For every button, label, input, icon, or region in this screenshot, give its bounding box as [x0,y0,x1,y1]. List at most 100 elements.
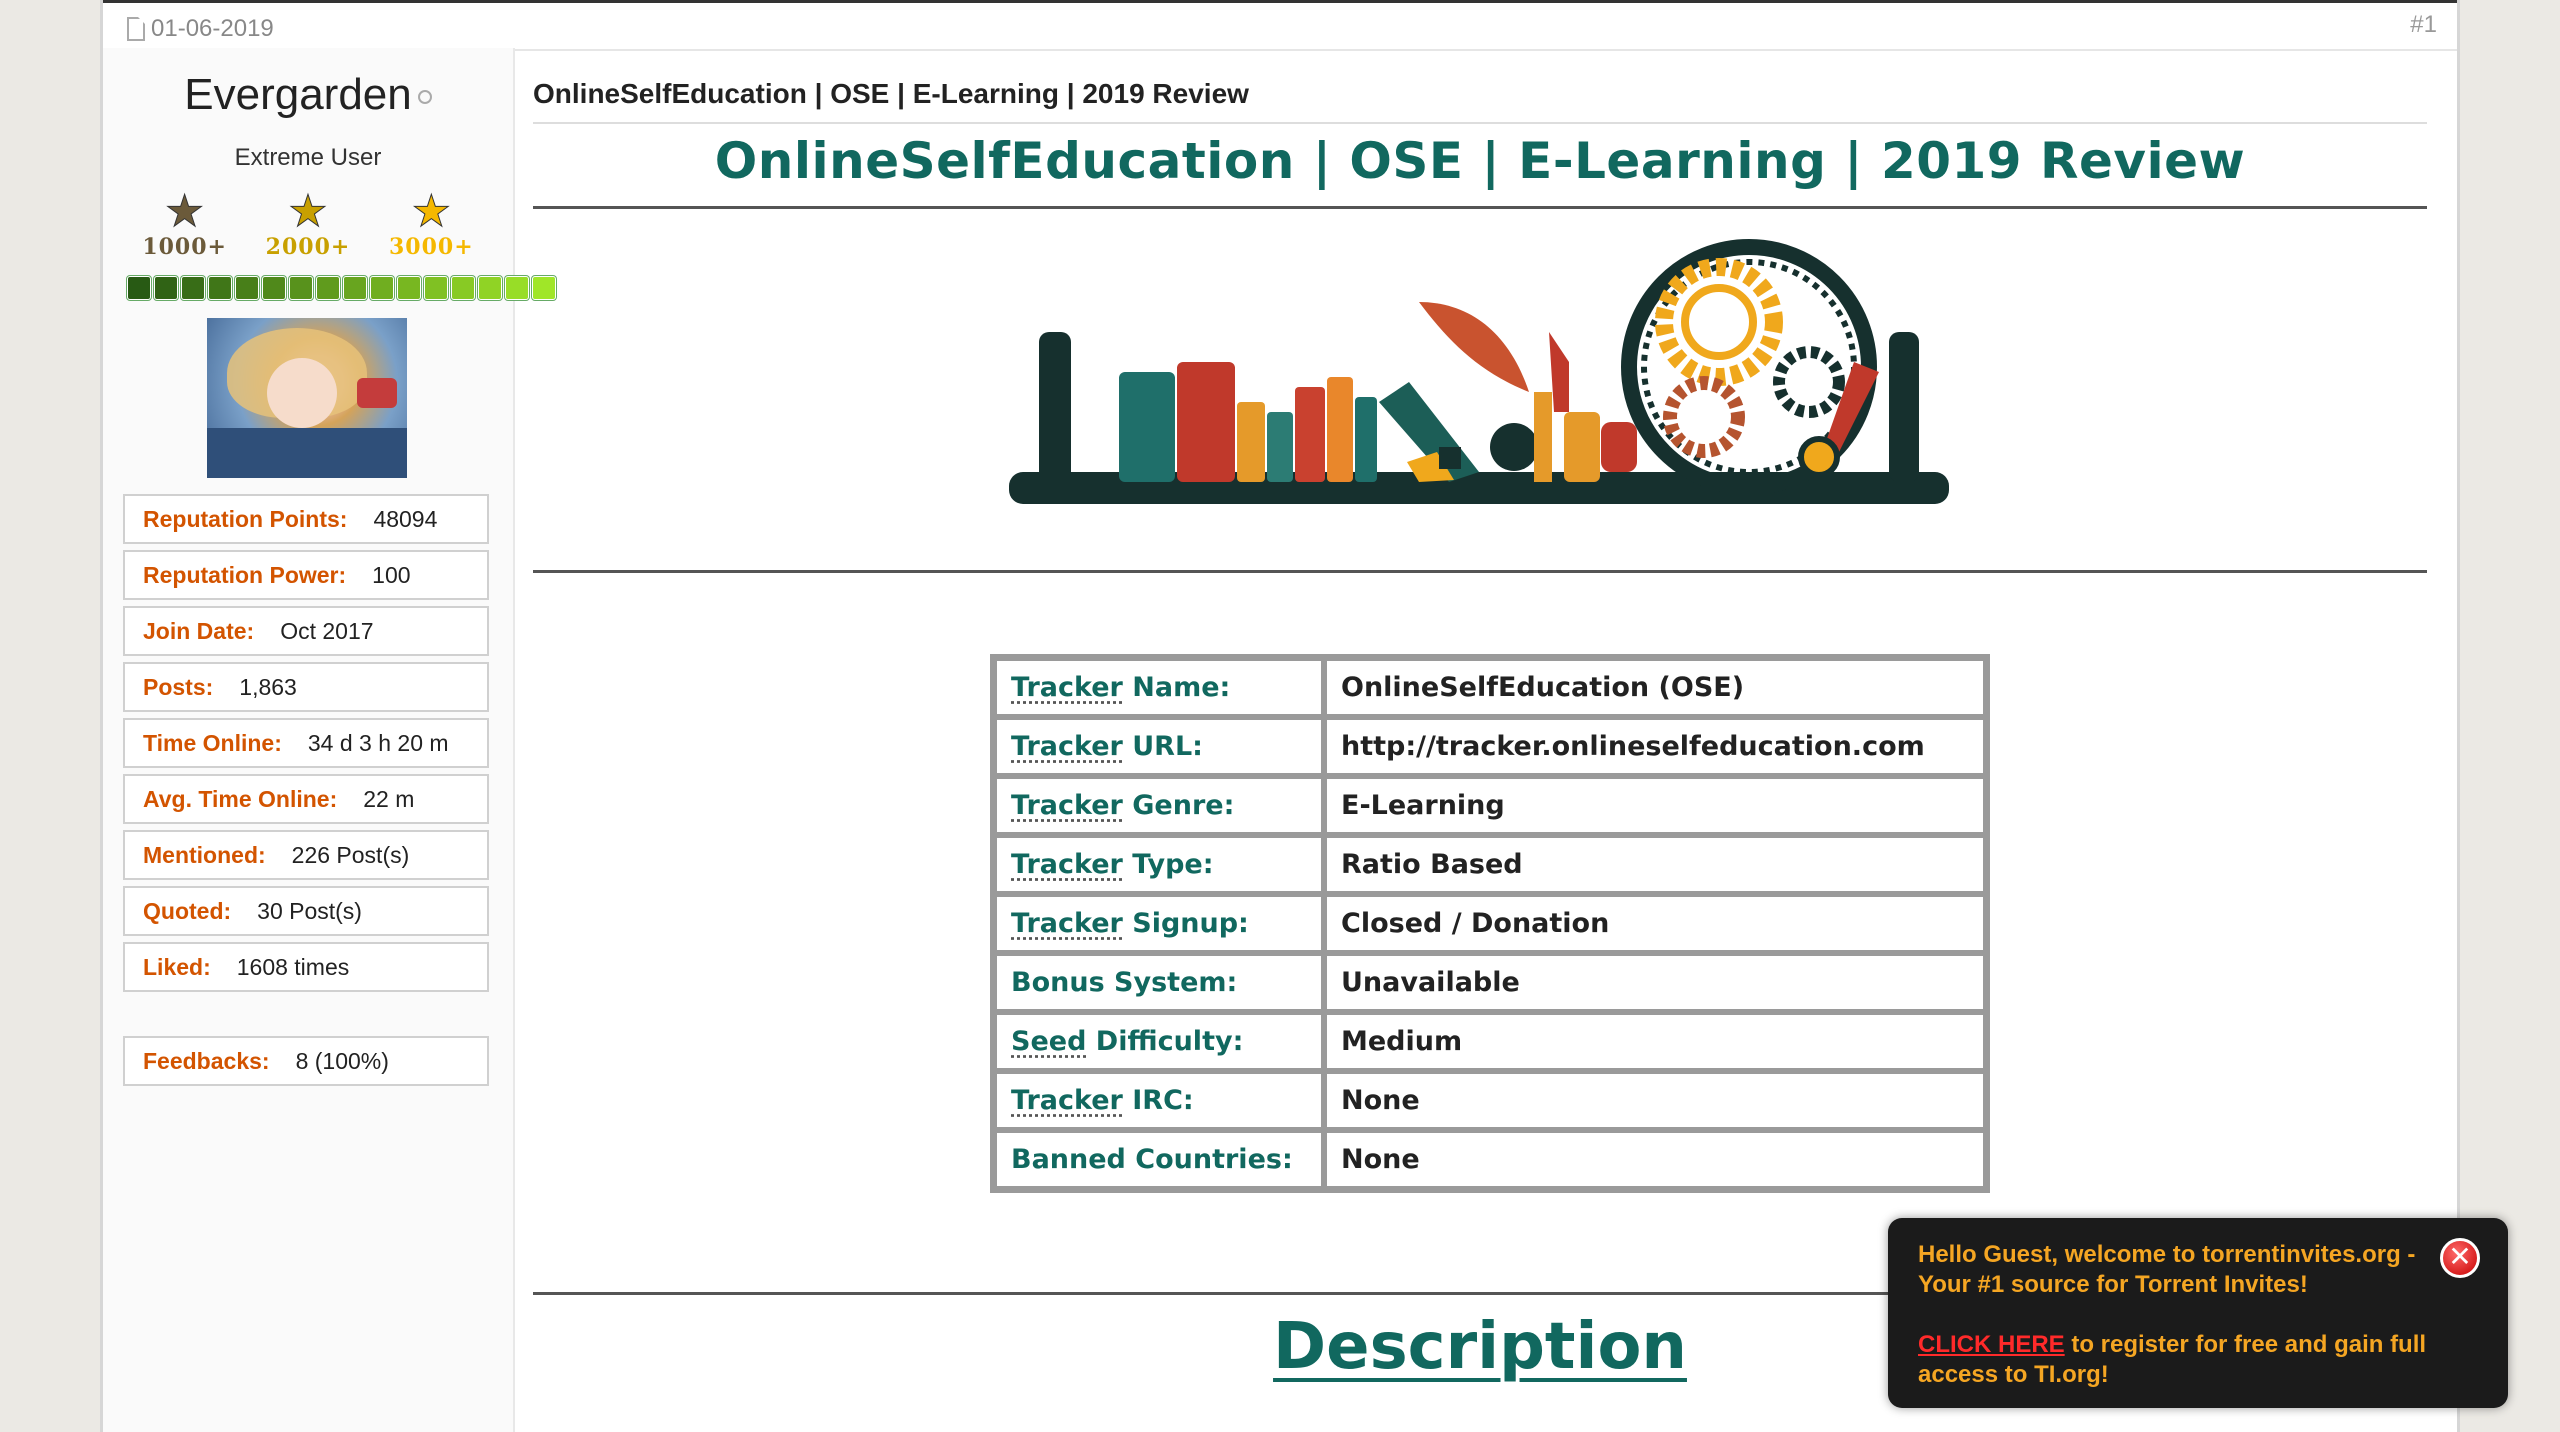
star-label: 1000+ [142,234,227,260]
reputation-pip [154,276,178,300]
tracker-field-label: Tracker Genre: [994,776,1324,835]
reputation-pip [262,276,286,300]
award-star: ★ 3000+ [376,187,486,260]
tracker-label-rest: Type: [1122,849,1214,880]
tracker-field-value: None [1324,1130,1986,1189]
tracker-table-row: Tracker IRC: None [994,1071,1986,1130]
tracker-field-value: Unavailable [1324,953,1986,1012]
user-info-row: Quoted: 30 Post(s) [123,886,489,936]
tracker-table-row: Tracker Signup: Closed / Donation [994,894,1986,953]
user-info-label: Posts: [143,673,214,700]
tracker-label-term: Tracker [1011,849,1123,880]
post-header: 01-06-2019 #1 [103,0,2457,51]
feedbacks-label[interactable]: Feedbacks: [143,1048,270,1075]
user-info-label: Mentioned: [143,841,266,868]
reputation-pip [181,276,205,300]
user-info-label: Reputation Power: [143,561,347,588]
close-icon[interactable]: ✕ [2440,1238,2480,1278]
user-info-row: Mentioned: 226 Post(s) [123,830,489,880]
elearning-banner-image [1009,239,1949,504]
tracker-info-table: Tracker Name: OnlineSelfEducation (OSE) Tr… [990,654,1990,1193]
description-heading-text: Description [1273,1310,1687,1384]
tracker-table-row: Tracker Name: OnlineSelfEducation (OSE) [994,658,1986,717]
user-info-row: Liked: 1608 times [123,942,489,992]
tracker-field-value: E-Learning [1324,776,1986,835]
thread-title: OnlineSelfEducation | OSE | E-Learning |… [533,78,1249,109]
username-link[interactable]: Evergarden [184,70,411,119]
tracker-table-row: Tracker Type: Ratio Based [994,835,1986,894]
award-stars: ★ 1000+ ★ 2000+ ★ 3000+ [123,187,493,260]
reputation-pip [451,276,475,300]
tracker-label-rest: Banned Countries: [1011,1144,1293,1175]
user-info-label: Time Online: [143,729,282,756]
tracker-label-term: Tracker [1011,790,1123,821]
avatar-face [267,358,337,428]
feedbacks-box: Feedbacks: 8 (100%) [123,1036,489,1086]
tracker-field-value: OnlineSelfEducation (OSE) [1324,658,1986,717]
tracker-label-term: Seed [1011,1026,1087,1057]
user-info-row: Posts: 1,863 [123,662,489,712]
post-date-text: 01-06-2019 [151,15,274,42]
username-block: Evergarden [103,70,513,120]
reputation-pip [289,276,313,300]
tracker-field-label: Tracker Signup: [994,894,1324,953]
popup-welcome-text: Hello Guest, welcome to torrentinvites.o… [1918,1241,2416,1298]
reputation-pip [505,276,529,300]
user-info-row: Join Date: Oct 2017 [123,606,489,656]
tracker-field-label: Banned Countries: [994,1130,1324,1189]
reputation-pip [127,276,151,300]
tracker-field-label: Bonus System: [994,953,1324,1012]
document-icon [127,17,145,41]
tracker-label-term: Tracker [1011,731,1123,762]
tracker-label-term: Tracker [1011,908,1123,939]
guest-welcome-popup: Hello Guest, welcome to torrentinvites.o… [1888,1218,2508,1408]
post-number-link[interactable]: #1 [2410,11,2437,39]
star-icon: ★ [288,187,328,236]
avatar-cloth [207,428,407,478]
reputation-pip [208,276,232,300]
tracker-table-row: Banned Countries: None [994,1130,1986,1189]
user-info-row: Reputation Points: 48094 [123,494,489,544]
click-here-link[interactable]: CLICK HERE [1918,1331,2065,1358]
tracker-label-rest: Name: [1122,672,1231,703]
user-info-label: Reputation Points: [143,505,348,532]
star-label: 3000+ [388,234,474,260]
user-info-label: Avg. Time Online: [143,785,338,812]
tracker-field-label: Tracker Type: [994,835,1324,894]
reputation-pip [235,276,259,300]
star-icon: ★ [411,187,452,236]
tracker-field-label: Tracker URL: [994,717,1324,776]
feedbacks-value: 8 (100%) [295,1047,389,1074]
reputation-pip [343,276,367,300]
tracker-field-value: None [1324,1071,1986,1130]
tracker-table-row: Seed Difficulty: Medium [994,1012,1986,1071]
user-info-value: 226 Post(s) [291,841,410,868]
user-info-value: 100 [372,561,411,588]
divider [533,570,2427,573]
review-heading: OnlineSelfEducation | OSE | E-Learning |… [714,132,2246,190]
award-star: ★ 1000+ [130,189,240,260]
user-info-value: 1,863 [239,673,297,700]
popup-register-text: CLICK HERE to register for free and gain… [1918,1330,2458,1390]
divider [533,122,2427,124]
reputation-bar [127,276,556,300]
user-title: Extreme User [234,144,382,171]
tracker-table-row: Tracker URL: http://tracker.onlineselfedu… [994,717,1986,776]
user-avatar[interactable] [207,318,407,478]
tracker-field-value: Ratio Based [1324,835,1986,894]
tracker-label-rest: Difficulty: [1086,1026,1244,1057]
offline-status-icon [417,90,432,105]
reputation-pip [424,276,448,300]
reputation-pip [478,276,502,300]
tracker-label-term: Tracker [1011,672,1123,703]
tracker-table-row: Tracker Genre: E-Learning [994,776,1986,835]
tracker-label-rest: Genre: [1122,790,1235,821]
user-info-label: Liked: [143,953,211,980]
user-info-label: Join Date: [143,617,255,644]
reputation-pip [370,276,394,300]
tracker-label-term: Tracker [1011,1085,1123,1116]
user-info-value: Oct 2017 [280,617,374,644]
user-info-value: 22 m [363,785,415,812]
post-date: 01-06-2019 [127,15,274,43]
user-info-value: 34 d 3 h 20 m [307,729,449,756]
